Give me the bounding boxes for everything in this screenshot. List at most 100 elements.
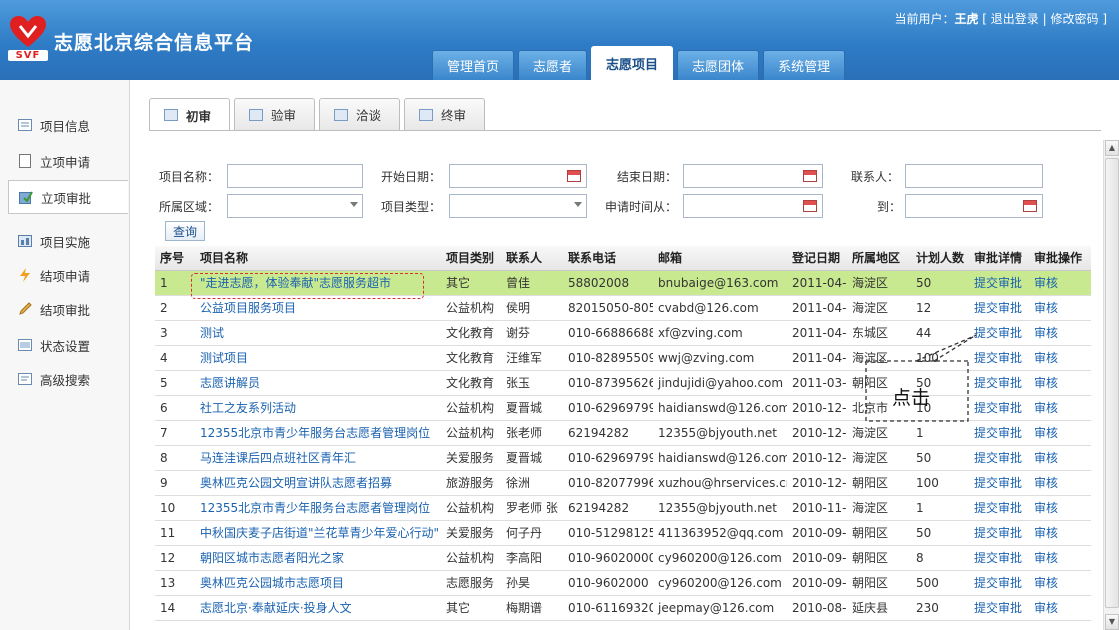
submit-approval-link[interactable]: 提交审批 — [969, 595, 1029, 621]
submit-approval-link[interactable]: 提交审批 — [969, 370, 1029, 396]
submit-approval-link[interactable]: 提交审批 — [969, 570, 1029, 596]
submit-approval-link[interactable]: 提交审批 — [969, 520, 1029, 546]
submit-approval-link[interactable]: 提交审批 — [969, 545, 1029, 571]
project-name-link[interactable]: 12355北京市青少年服务台志愿者管理岗位 — [195, 495, 441, 521]
project-name-link[interactable]: 志愿讲解员 — [195, 370, 441, 396]
vertical-scrollbar[interactable]: ▲ ▼ — [1103, 140, 1119, 630]
sidebar-item-close-apply[interactable]: 结项申请 — [8, 258, 128, 292]
scroll-thumb[interactable] — [1105, 158, 1119, 608]
project-name-link[interactable]: 奥林匹克公园文明宣讲队志愿者招募 — [195, 470, 441, 496]
sidebar-item-project-approve[interactable]: 立项审批 — [8, 180, 128, 214]
scroll-down-icon[interactable]: ▼ — [1105, 614, 1119, 630]
review-link[interactable]: 审核 — [1029, 495, 1091, 521]
project-name-link[interactable]: 测试 — [195, 320, 441, 346]
submit-approval-link[interactable]: 提交审批 — [969, 295, 1029, 321]
table-row[interactable]: 2 公益项目服务项目 公益机构 侯明 82015050-805 cvabd@126.com… — [155, 295, 1091, 321]
change-password-link[interactable]: 修改密码 — [1050, 12, 1098, 26]
project-name-link[interactable]: 公益项目服务项目 — [195, 295, 441, 321]
review-link[interactable]: 审核 — [1029, 320, 1091, 346]
submit-approval-link[interactable]: 提交审批 — [969, 445, 1029, 471]
project-name-link[interactable]: 奥林匹克公园城市志愿项目 — [195, 570, 441, 596]
review-link[interactable]: 审核 — [1029, 345, 1091, 371]
review-link[interactable]: 审核 — [1029, 445, 1091, 471]
project-name-link[interactable]: 社工之友系列活动 — [195, 395, 441, 421]
project-name-link[interactable]: 中秋国庆麦子店街道"兰花草青少年爱心行动" — [195, 520, 441, 546]
column-header[interactable]: 项目名称 — [195, 246, 441, 271]
scroll-up-icon[interactable]: ▲ — [1105, 140, 1119, 156]
start-date-input[interactable] — [449, 164, 587, 188]
query-button[interactable]: 查询 — [165, 221, 205, 241]
review-link[interactable]: 审核 — [1029, 520, 1091, 546]
project-name-link[interactable]: 马连洼课后四点班社区青年汇 — [195, 445, 441, 471]
table-row[interactable]: 12 朝阳区城市志愿者阳光之家 公益机构 李高阳 010-96020000 cy96020… — [155, 545, 1091, 571]
submit-approval-link[interactable]: 提交审批 — [969, 270, 1029, 296]
submit-approval-link[interactable]: 提交审批 — [969, 495, 1029, 521]
table-row[interactable]: 8 马连洼课后四点班社区青年汇 关爱服务 夏晋城 010-62969799 haidian… — [155, 445, 1091, 471]
contact-input[interactable] — [905, 164, 1043, 188]
table-row[interactable]: 1 "走进志愿，体验奉献"志愿服务超市 其它 曾佳 58802008 bnubaige@1… — [155, 270, 1091, 296]
apply-to-date-input[interactable] — [905, 194, 1043, 218]
logout-link[interactable]: 退出登录 — [991, 12, 1039, 26]
table-row[interactable]: 5 志愿讲解员 文化教育 张玉 010-87395626 jindujidi@yahoo.… — [155, 370, 1091, 396]
calendar-icon[interactable] — [567, 170, 581, 182]
submit-approval-link[interactable]: 提交审批 — [969, 345, 1029, 371]
table-row[interactable]: 4 测试项目 文化教育 汪维军 010-82895509 wwj@zving.com 201… — [155, 345, 1091, 371]
review-link[interactable]: 审核 — [1029, 545, 1091, 571]
column-header[interactable]: 项目类别 — [441, 246, 501, 271]
nav-tab-system[interactable]: 系统管理 — [763, 50, 846, 80]
project-name-link[interactable]: 朝阳区城市志愿者阳光之家 — [195, 545, 441, 571]
table-row[interactable]: 10 12355北京市青少年服务台志愿者管理岗位 公益机构 罗老师 张 62194282… — [155, 495, 1091, 521]
submit-approval-link[interactable]: 提交审批 — [969, 395, 1029, 421]
sidebar-item-status-settings[interactable]: 状态设置 — [8, 328, 128, 362]
review-link[interactable]: 审核 — [1029, 270, 1091, 296]
table-row[interactable]: 6 社工之友系列活动 公益机构 夏晋城 010-62969799 haidianswd@1… — [155, 395, 1091, 421]
calendar-icon[interactable] — [803, 170, 817, 182]
column-header[interactable]: 计划人数 — [911, 246, 969, 271]
project-name-link[interactable]: 12355北京市青少年服务台志愿者管理岗位 — [195, 420, 441, 446]
column-header[interactable]: 所属地区 — [847, 246, 911, 271]
column-header[interactable]: 联系电话 — [563, 246, 653, 271]
sidebar-item-advanced-search[interactable]: 高级搜索 — [8, 362, 128, 396]
region-select[interactable] — [227, 194, 363, 218]
tab-negotiation[interactable]: 洽谈 — [319, 98, 401, 130]
project-name-link[interactable]: 测试项目 — [195, 345, 441, 371]
table-row[interactable]: 9 奥林匹克公园文明宣讲队志愿者招募 旅游服务 徐洲 010-82077996 xuzho… — [155, 470, 1091, 496]
table-row[interactable]: 3 测试 文化教育 谢芬 010-66886688 xf@zving.com 2011-04… — [155, 320, 1091, 346]
nav-tab-groups[interactable]: 志愿团体 — [677, 50, 760, 80]
sidebar-item-project-apply[interactable]: 立项申请 — [8, 144, 128, 178]
sidebar-item-close-approve[interactable]: 结项审批 — [8, 292, 128, 326]
submit-approval-link[interactable]: 提交审批 — [969, 320, 1029, 346]
column-header[interactable]: 登记日期 — [787, 246, 847, 271]
project-name-input[interactable] — [227, 164, 363, 188]
apply-from-date-input[interactable] — [683, 194, 823, 218]
table-row[interactable]: 14 志愿北京·奉献延庆·投身人文 其它 梅期谱 010-61169320 jeepmay… — [155, 595, 1091, 621]
nav-tab-home[interactable]: 管理首页 — [432, 50, 515, 80]
table-row[interactable]: 7 12355北京市青少年服务台志愿者管理岗位 公益机构 张老师 62194282 123… — [155, 420, 1091, 446]
sidebar-item-project-implement[interactable]: 项目实施 — [8, 224, 128, 258]
project-name-link[interactable]: 志愿北京·奉献延庆·投身人文 — [195, 595, 441, 621]
column-header[interactable]: 审批操作 — [1029, 246, 1091, 271]
nav-tab-projects[interactable]: 志愿项目 — [591, 46, 674, 80]
project-type-select[interactable] — [449, 194, 587, 218]
review-link[interactable]: 审核 — [1029, 595, 1091, 621]
table-row[interactable]: 11 中秋国庆麦子店街道"兰花草青少年爱心行动" 关爱服务 何子丹 010-512981… — [155, 520, 1091, 546]
submit-approval-link[interactable]: 提交审批 — [969, 470, 1029, 496]
column-header[interactable]: 序号 — [155, 246, 195, 271]
table-row[interactable]: 13 奥林匹克公园城市志愿项目 志愿服务 孙昊 010-9602000 cy960200@… — [155, 570, 1091, 596]
calendar-icon[interactable] — [1023, 200, 1037, 212]
tab-verify-review[interactable]: 验审 — [234, 98, 316, 130]
tab-final-review[interactable]: 终审 — [404, 98, 486, 130]
end-date-input[interactable] — [683, 164, 823, 188]
review-link[interactable]: 审核 — [1029, 420, 1091, 446]
review-link[interactable]: 审核 — [1029, 395, 1091, 421]
submit-approval-link[interactable]: 提交审批 — [969, 420, 1029, 446]
tab-initial-review[interactable]: 初审 — [149, 98, 231, 131]
nav-tab-volunteers[interactable]: 志愿者 — [518, 50, 588, 80]
calendar-icon[interactable] — [803, 200, 817, 212]
column-header[interactable]: 联系人 — [501, 246, 563, 271]
review-link[interactable]: 审核 — [1029, 570, 1091, 596]
sidebar-item-project-info[interactable]: 项目信息 — [8, 108, 128, 142]
project-name-link[interactable]: "走进志愿，体验奉献"志愿服务超市 — [195, 270, 441, 296]
column-header[interactable]: 邮箱 — [653, 246, 787, 271]
review-link[interactable]: 审核 — [1029, 470, 1091, 496]
